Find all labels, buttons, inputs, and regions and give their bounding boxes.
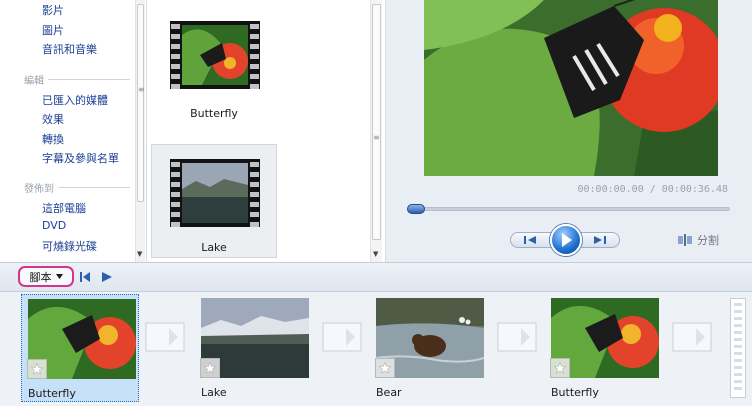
storyboard-clip-lake[interactable]: Lake [195, 294, 313, 402]
storyboard-view-dropdown[interactable]: 腳本 [18, 266, 74, 287]
storyboard-clip-butterfly-2[interactable]: Butterfly [545, 294, 663, 402]
media-thumbnail [170, 159, 260, 227]
play-icon [562, 233, 572, 247]
next-frame-button[interactable] [590, 234, 610, 246]
dropdown-arrow-icon [55, 274, 63, 279]
go-to-start-button[interactable] [80, 272, 90, 285]
media-list-scroll-thumb[interactable] [372, 4, 381, 240]
butterfly-preview-image [424, 0, 718, 176]
storyboard-view-label: 腳本 [29, 270, 52, 284]
task-link-video[interactable]: 影片 [42, 2, 64, 18]
transition-slot[interactable] [322, 322, 362, 352]
preview-monitor: 00:00:00.00 / 00:00:36.48 分割 [385, 0, 752, 262]
task-link-titles-credits[interactable]: 字幕及參與名單 [42, 150, 119, 166]
transition-slot[interactable] [672, 322, 712, 352]
scroll-down-arrow-icon[interactable]: ▼ [137, 250, 142, 258]
clip-rating-star[interactable] [375, 358, 395, 378]
transport-controls [510, 224, 620, 256]
split-icon [678, 234, 692, 246]
play-storyboard-button[interactable] [102, 272, 112, 285]
task-link-imported-media[interactable]: 已匯入的媒體 [42, 92, 108, 108]
butterfly-thumbnail-image [182, 25, 248, 85]
transition-placeholder-icon [497, 322, 537, 352]
transition-placeholder-icon [322, 322, 362, 352]
seek-handle[interactable] [407, 204, 425, 214]
preview-timecode: 00:00:00.00 / 00:00:36.48 [577, 184, 728, 195]
clip-caption: Butterfly [28, 387, 76, 400]
task-pane-scrollbar[interactable]: ▼ [135, 0, 145, 262]
storyboard-toolbar: 腳本 [0, 262, 752, 292]
seek-bar[interactable] [407, 204, 730, 214]
media-thumbnail [170, 21, 260, 89]
clip-rating-star[interactable] [200, 358, 220, 378]
play-storyboard-icon [102, 272, 112, 282]
storyboard: Butterfly Lake Bear Butterfly [0, 292, 752, 406]
star-icon [31, 363, 43, 375]
task-link-transitions[interactable]: 轉換 [42, 131, 64, 147]
filmstrip-frame [170, 21, 260, 89]
transition-placeholder-icon [145, 322, 185, 352]
task-group-edit: 編輯 [24, 72, 130, 87]
scroll-down-arrow-icon[interactable]: ▼ [373, 250, 378, 258]
play-button[interactable] [550, 224, 582, 256]
media-item-caption: Lake [201, 241, 227, 254]
task-link-audio-music[interactable]: 音訊和音樂 [42, 41, 97, 57]
previous-frame-button[interactable] [520, 234, 540, 246]
task-group-publish: 發佈到 [24, 180, 130, 195]
media-item-butterfly[interactable]: Butterfly [151, 0, 277, 120]
imported-media-list: Butterfly Lake ▼ [148, 0, 384, 262]
storyboard-next-clip-placeholder[interactable] [730, 298, 746, 398]
star-icon [554, 362, 566, 374]
clip-rating-star[interactable] [27, 359, 47, 379]
media-list-scrollbar[interactable]: ▼ [370, 0, 382, 262]
go-to-start-icon [80, 272, 90, 282]
clip-caption: Bear [376, 386, 402, 399]
transition-slot[interactable] [497, 322, 537, 352]
media-item-caption: Butterfly [190, 107, 238, 120]
star-icon [379, 362, 391, 374]
task-link-pictures[interactable]: 圖片 [42, 22, 64, 38]
task-link-dvd[interactable]: DVD [42, 219, 66, 232]
task-link-effects[interactable]: 效果 [42, 111, 64, 127]
filmstrip-frame [170, 159, 260, 227]
previous-frame-icon [524, 236, 536, 244]
task-pane: 影片 圖片 音訊和音樂 編輯 已匯入的媒體 效果 轉換 字幕及參與名單 發佈到 … [0, 0, 147, 262]
storyboard-clip-butterfly[interactable]: Butterfly [21, 294, 139, 402]
task-group-edit-label: 編輯 [24, 76, 44, 87]
split-label: 分割 [697, 234, 719, 247]
preview-video-frame [424, 0, 718, 176]
transition-slot[interactable] [145, 322, 185, 352]
split-button[interactable]: 分割 [678, 232, 719, 248]
storyboard-clip-bear[interactable]: Bear [370, 294, 488, 402]
task-pane-scroll-thumb[interactable] [137, 4, 145, 202]
clip-caption: Lake [201, 386, 227, 399]
task-link-this-computer[interactable]: 這部電腦 [42, 200, 86, 216]
clip-rating-star[interactable] [550, 358, 570, 378]
clip-caption: Butterfly [551, 386, 599, 399]
task-link-recordable-cd[interactable]: 可燒錄光碟 [42, 238, 97, 254]
media-item-lake[interactable]: Lake [151, 144, 277, 258]
next-frame-icon [594, 236, 606, 244]
star-icon [204, 362, 216, 374]
transition-placeholder-icon [672, 322, 712, 352]
task-group-publish-label: 發佈到 [24, 184, 54, 195]
lake-thumbnail-image [182, 163, 248, 223]
